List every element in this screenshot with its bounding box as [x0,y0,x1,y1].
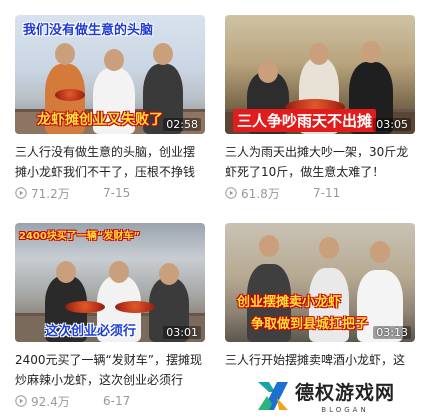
person-head [319,237,339,259]
play-circle-icon [15,187,27,199]
video-duration: 03:01 [163,326,201,339]
play-circle-icon [225,187,237,199]
person-head [309,43,329,65]
video-card[interactable]: 我们没有做生意的头脑 龙虾摊创业又失败了 02:58 三人行没有做生意的头脑，创… [15,15,205,201]
crayfish-bowl [115,301,155,313]
video-title[interactable]: 三人行没有做生意的头脑，创业摆摊小龙虾我们不干了，压根不挣钱 [15,142,205,182]
person-head [56,261,76,283]
publish-date: 7-11 [313,186,341,200]
thumbnail-overlay-caption: 争取做到县城扛把子 [251,317,369,332]
view-count: 61.8万 [241,186,280,201]
person-head [109,261,129,283]
video-duration: 02:58 [163,118,201,131]
watermark-site-name: 德权游戏网 [295,382,396,404]
video-thumbnail[interactable]: 创业摆摊卖小龙虾 争取做到县城扛把子 03:13 [225,223,415,342]
view-count: 92.4万 [31,394,70,409]
person-head [259,235,279,257]
thumbnail-overlay-caption: 三人争吵雨天不出摊 [233,109,377,132]
video-title[interactable]: 三人行开始摆摊卖啤酒小龙虾，这 [225,350,415,370]
video-card[interactable]: 三人争吵雨天不出摊 03:05 三人为雨天出摊大吵一架，30斤龙虾死了10斤，做… [225,15,415,201]
person-head [153,43,173,65]
video-duration: 03:13 [373,326,411,339]
person-head [361,41,381,63]
publish-date: 6-17 [103,394,131,408]
publish-date: 7-15 [103,186,131,200]
person-head [104,49,124,71]
person-head [159,263,179,285]
video-thumbnail[interactable]: 三人争吵雨天不出摊 03:05 [225,15,415,134]
video-meta: 71.2万 7-15 [15,185,205,201]
person-head [258,61,278,83]
video-duration: 03:05 [373,118,411,131]
video-meta: 61.8万 7-11 [225,185,415,201]
video-thumbnail[interactable]: 2400块买了一辆“发财车” 这次创业必须行 03:01 [15,223,205,342]
video-thumbnail[interactable]: 我们没有做生意的头脑 龙虾摊创业又失败了 02:58 [15,15,205,134]
play-circle-icon [15,395,27,407]
crayfish-bowl [65,301,105,313]
video-title[interactable]: 三人为雨天出摊大吵一架，30斤龙虾死了10斤，做生意太难了！ [225,142,415,182]
video-card[interactable]: 2400块买了一辆“发财车” 这次创业必须行 03:01 2400元买了一辆“发… [15,223,205,409]
view-count: 71.2万 [31,186,70,201]
video-meta: 92.4万 6-17 [15,393,205,409]
thumbnail-overlay-title: 创业摆摊卖小龙虾 [237,295,342,310]
thumbnail-overlay-caption: 龙虾摊创业又失败了 [37,112,163,128]
thumbnail-overlay-title: 2400块买了一辆“发财车” [19,231,140,242]
site-watermark: 德权游戏网 BLOGAN [255,372,429,420]
person-head [55,43,75,65]
thumbnail-overlay-title: 我们没有做生意的头脑 [23,23,154,38]
person-head [370,241,390,263]
video-title[interactable]: 2400元买了一辆“发财车”，摆摊现炒麻辣小龙虾，这次创业必须行 [15,350,205,390]
thumbnail-overlay-caption: 这次创业必须行 [45,324,137,339]
crayfish-bowl [55,89,85,101]
site-logo-icon [258,382,288,410]
video-card[interactable]: 创业摆摊卖小龙虾 争取做到县城扛把子 03:13 三人行开始摆摊卖啤酒小龙虾，这 [225,223,415,370]
watermark-subtitle: BLOGAN [321,406,369,414]
